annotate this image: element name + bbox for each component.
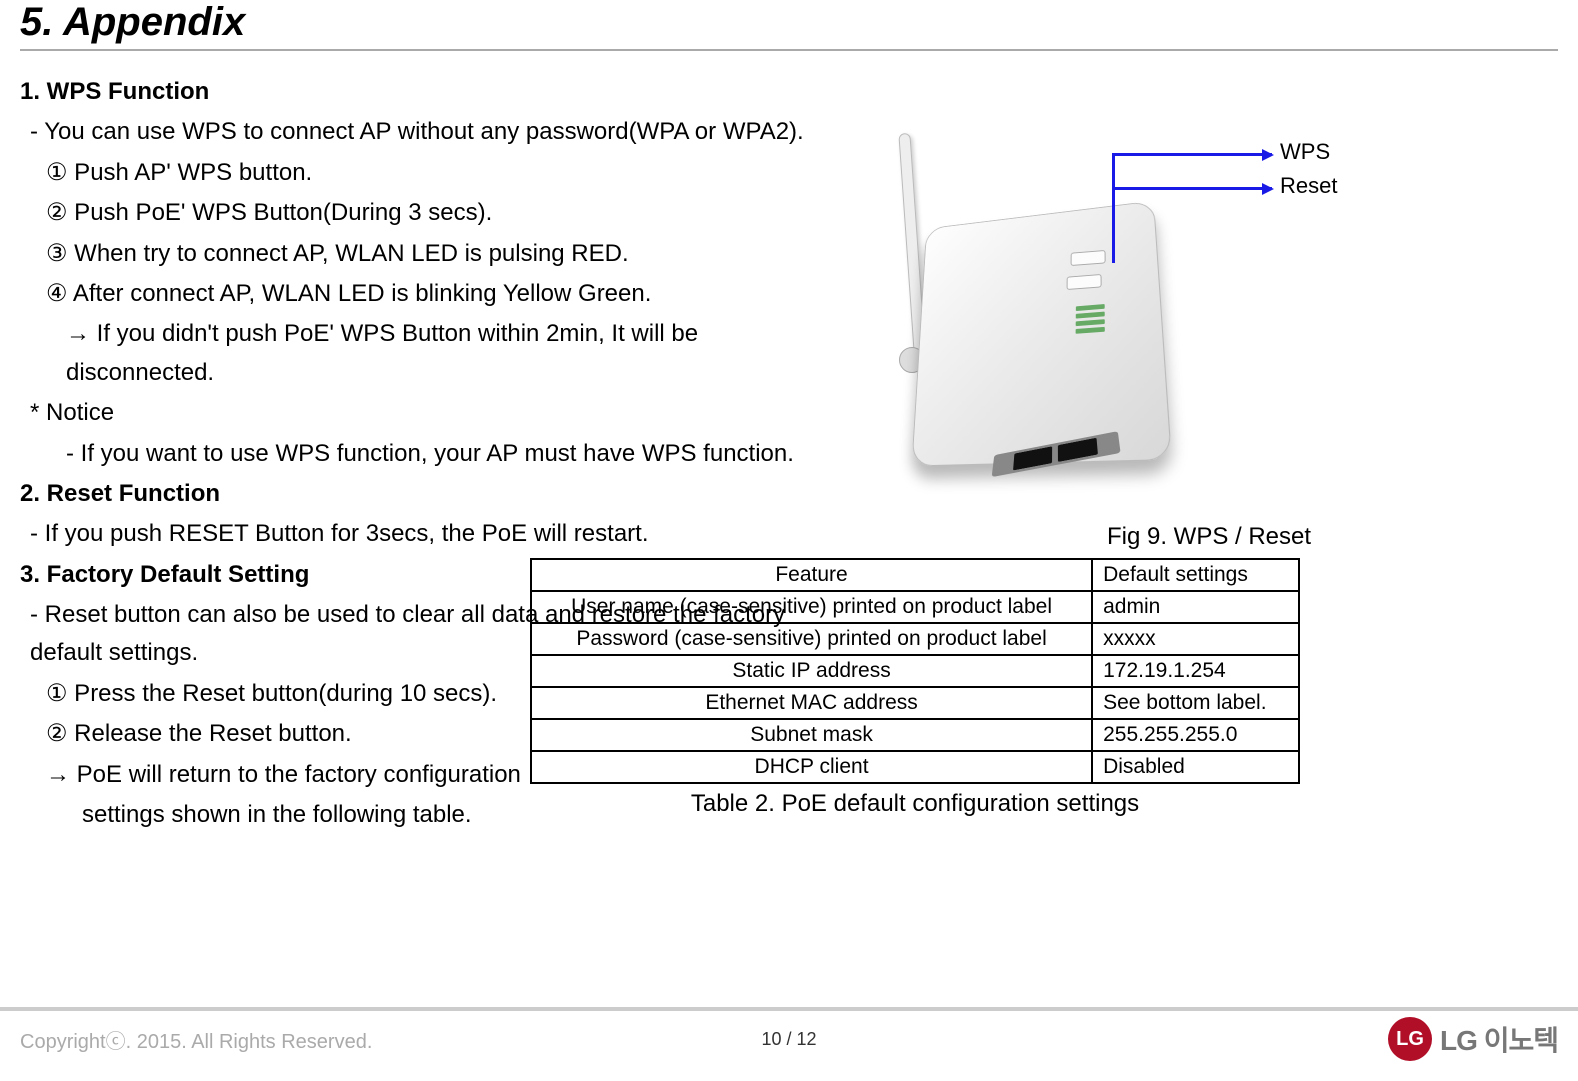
table-caption: Table 2. PoE default configuration setti…	[530, 790, 1300, 818]
reset-body: - If you push RESET Button for 3secs, th…	[20, 515, 850, 553]
table-row: Static IP address172.19.1.254	[531, 655, 1299, 687]
cell-value: See bottom label.	[1092, 687, 1299, 719]
cell-feature: DHCP client	[531, 751, 1092, 783]
default-settings-table-block: Feature Default settings User name (case…	[530, 558, 1300, 818]
table-row: User name (case-sensitive) printed on pr…	[531, 591, 1299, 623]
cell-feature: User name (case-sensitive) printed on pr…	[531, 591, 1092, 623]
callout-arrow-reset	[1112, 187, 1272, 190]
wps-step-1: ① Push AP' WPS button.	[20, 154, 850, 192]
device-illustration	[880, 141, 1180, 481]
table-row: DHCP clientDisabled	[531, 751, 1299, 783]
cell-feature: Static IP address	[531, 655, 1092, 687]
lg-logo-icon: LG	[1388, 1017, 1432, 1061]
page-footer: Copyrightⓒ. 2015. All Rights Reserved. 1…	[0, 1007, 1578, 1061]
table-header-feature: Feature	[531, 559, 1092, 591]
callout-arrow-wps	[1112, 153, 1272, 156]
wps-step-4: ④ After connect AP, WLAN LED is blinking…	[20, 275, 850, 313]
table-row: Feature Default settings	[531, 559, 1299, 591]
callout-label-wps: WPS	[1280, 139, 1330, 165]
wps-notice-heading: * Notice	[20, 394, 850, 432]
table-header-default: Default settings	[1092, 559, 1299, 591]
wps-step-3: ③ When try to connect AP, WLAN LED is pu…	[20, 235, 850, 273]
table-row: Ethernet MAC addressSee bottom label.	[531, 687, 1299, 719]
callout-line	[1112, 153, 1115, 263]
table-row: Password (case-sensitive) printed on pro…	[531, 623, 1299, 655]
cell-feature: Subnet mask	[531, 719, 1092, 751]
cell-value: 172.19.1.254	[1092, 655, 1299, 687]
wps-step-2: ② Push PoE' WPS Button(During 3 secs).	[20, 194, 850, 232]
wps-heading: 1. WPS Function	[20, 73, 850, 111]
cell-feature: Ethernet MAC address	[531, 687, 1092, 719]
wps-notice-body: - If you want to use WPS function, your …	[20, 435, 850, 473]
reset-heading: 2. Reset Function	[20, 475, 850, 513]
wps-intro: - You can use WPS to connect AP without …	[20, 113, 850, 151]
wps-note-arrow: → If you didn't push PoE' WPS Button wit…	[20, 315, 850, 392]
figure-caption: Fig 9. WPS / Reset	[860, 523, 1558, 551]
cell-feature: Password (case-sensitive) printed on pro…	[531, 623, 1092, 655]
company-logo: LG LG 이노텍	[1388, 1017, 1558, 1061]
page-number: 10 / 12	[761, 1029, 816, 1050]
cell-value: 255.255.255.0	[1092, 719, 1299, 751]
table-row: Subnet mask255.255.255.0	[531, 719, 1299, 751]
copyright-text: Copyrightⓒ. 2015. All Rights Reserved.	[20, 1025, 372, 1054]
default-settings-table: Feature Default settings User name (case…	[530, 558, 1300, 784]
cell-value: admin	[1092, 591, 1299, 623]
callout-label-reset: Reset	[1280, 173, 1337, 199]
device-figure: WPS Reset	[880, 101, 1350, 501]
lg-logo-text: LG 이노텍	[1440, 1019, 1558, 1059]
page-title: 5. Appendix	[20, 0, 1558, 51]
cell-value: Disabled	[1092, 751, 1299, 783]
cell-value: xxxxx	[1092, 623, 1299, 655]
